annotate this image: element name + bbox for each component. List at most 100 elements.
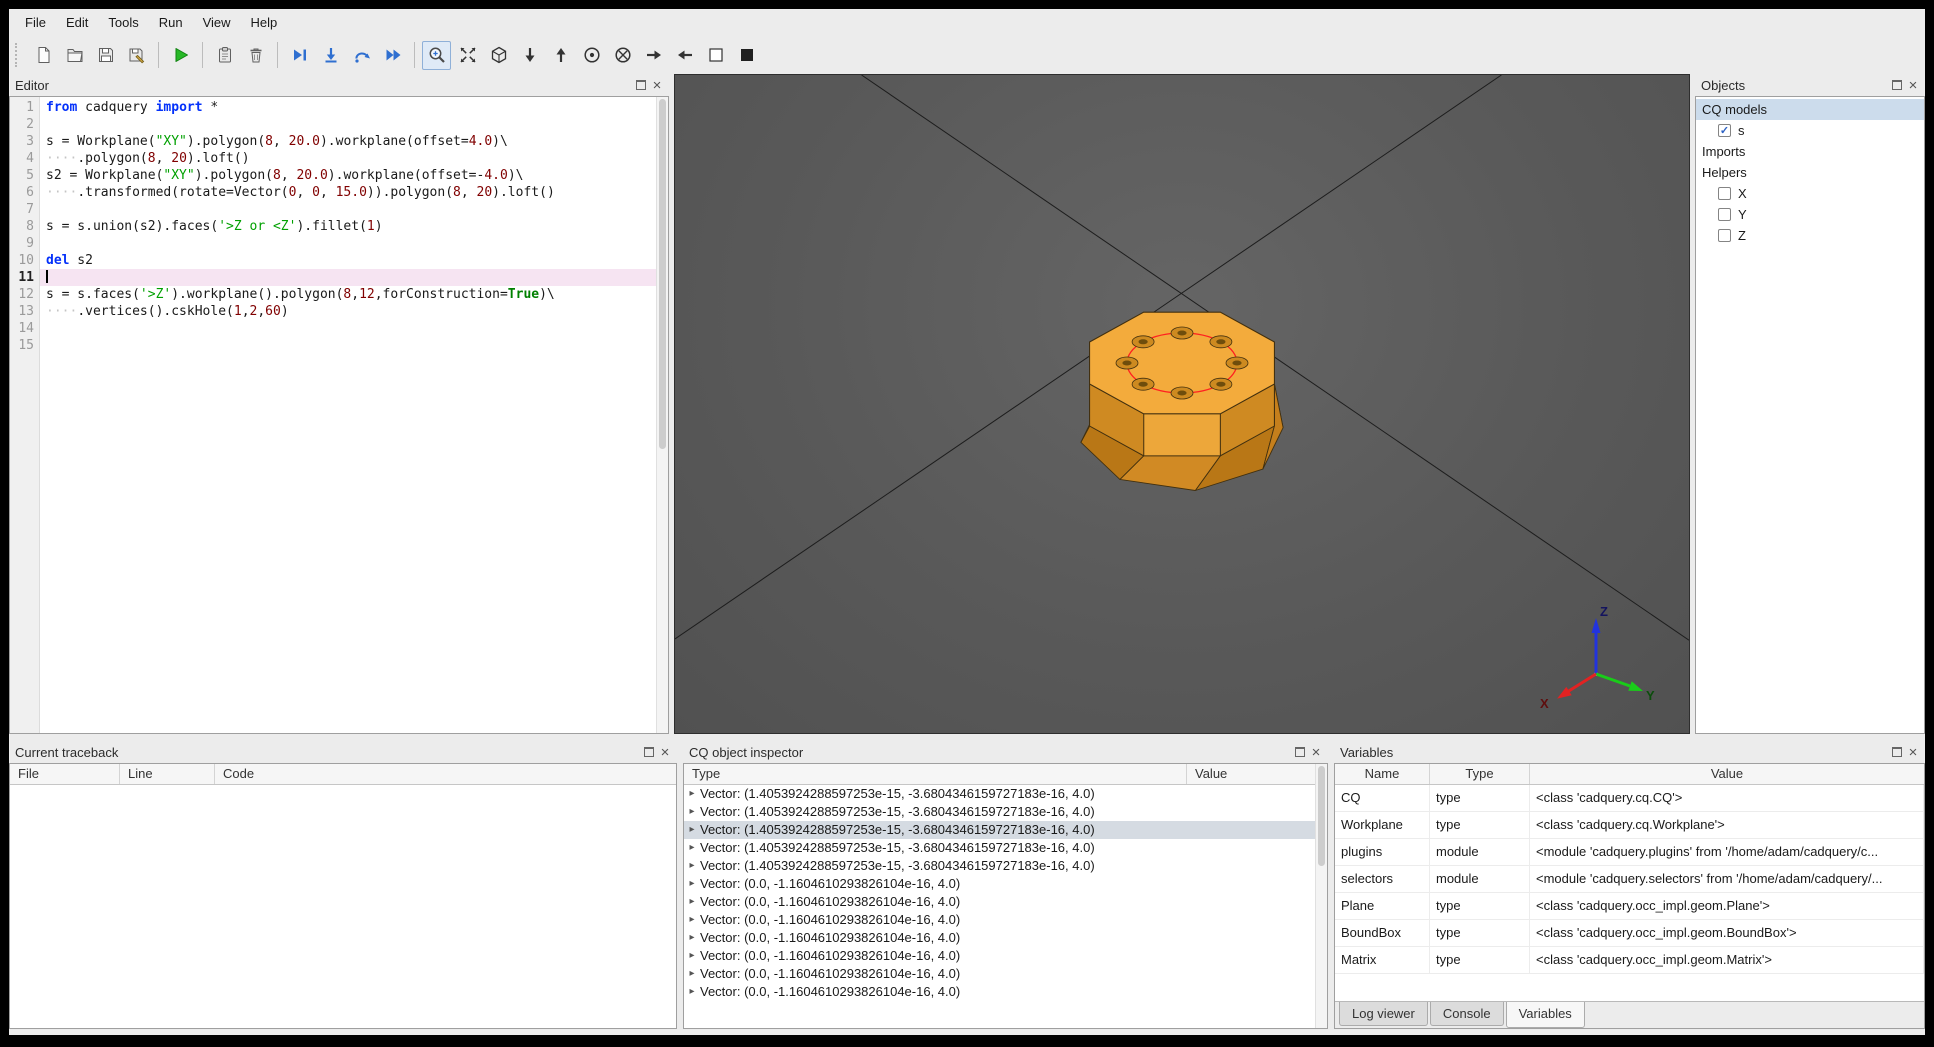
- inspector-row[interactable]: ▸ Vector: (0.0, -1.1604610293826104e-16, …: [684, 875, 1315, 893]
- checkbox-unchecked[interactable]: [1718, 229, 1731, 242]
- float-panel-button[interactable]: [1889, 77, 1905, 93]
- 3d-viewport[interactable]: Z Y X: [674, 74, 1690, 734]
- tab-console[interactable]: Console: [1429, 1002, 1504, 1026]
- expand-arrow-icon[interactable]: ▸: [684, 785, 700, 803]
- run-button[interactable]: [166, 41, 195, 70]
- inspector-row[interactable]: ▸ Vector: (1.4053924288597253e-15, -3.680…: [684, 857, 1315, 875]
- delete-button[interactable]: [241, 41, 270, 70]
- inspector-row[interactable]: ▸ Vector: (0.0, -1.1604610293826104e-16, …: [684, 911, 1315, 929]
- variable-row[interactable]: BoundBox type <class 'cadquery.occ_impl.ge…: [1335, 920, 1924, 947]
- tree-z[interactable]: Z: [1696, 225, 1924, 246]
- float-panel-button[interactable]: [1292, 744, 1308, 760]
- tree-cq-models[interactable]: CQ models: [1696, 99, 1924, 120]
- inspector-scrollbar[interactable]: [1315, 764, 1327, 1028]
- view-bottom-button[interactable]: [515, 41, 544, 70]
- inspector-row[interactable]: ▸ Vector: (1.4053924288597253e-15, -3.680…: [684, 839, 1315, 857]
- inspector-row[interactable]: ▸ Vector: (1.4053924288597253e-15, -3.680…: [684, 785, 1315, 803]
- menu-view[interactable]: View: [193, 9, 241, 36]
- column-header-type[interactable]: Type: [684, 764, 1187, 784]
- paste-button[interactable]: [210, 41, 239, 70]
- float-panel-button[interactable]: [633, 77, 649, 93]
- iso-view-button[interactable]: [484, 41, 513, 70]
- inspector-row[interactable]: ▸ Vector: (0.0, -1.1604610293826104e-16, …: [684, 929, 1315, 947]
- column-header-value[interactable]: Value: [1530, 764, 1924, 784]
- tree-helpers[interactable]: Helpers: [1696, 162, 1924, 183]
- column-header-type[interactable]: Type: [1430, 764, 1530, 784]
- checkbox-checked[interactable]: ✓: [1718, 124, 1731, 137]
- column-header-code[interactable]: Code: [215, 764, 676, 784]
- float-panel-button[interactable]: [1889, 744, 1905, 760]
- variable-row[interactable]: plugins module <module 'cadquery.plugins' …: [1335, 839, 1924, 866]
- close-panel-button[interactable]: ×: [1905, 77, 1921, 93]
- menu-file[interactable]: File: [15, 9, 56, 36]
- checkbox-unchecked[interactable]: [1718, 187, 1731, 200]
- column-header-value[interactable]: Value: [1187, 764, 1327, 784]
- view-left-button[interactable]: [670, 41, 699, 70]
- expand-arrow-icon[interactable]: ▸: [684, 965, 700, 983]
- editor-scrollbar[interactable]: [656, 97, 668, 733]
- expand-arrow-icon[interactable]: ▸: [684, 947, 700, 965]
- view-top-button[interactable]: [546, 41, 575, 70]
- expand-arrow-icon[interactable]: ▸: [684, 893, 700, 911]
- inspector-row[interactable]: ▸ Vector: (1.4053924288597253e-15, -3.680…: [684, 821, 1315, 839]
- column-header-file[interactable]: File: [10, 764, 120, 784]
- new-file-button[interactable]: [29, 41, 58, 70]
- variable-row[interactable]: Workplane type <class 'cadquery.cq.Workpla…: [1335, 812, 1924, 839]
- column-header-name[interactable]: Name: [1335, 764, 1430, 784]
- tree-imports[interactable]: Imports: [1696, 141, 1924, 162]
- inspector-row[interactable]: ▸ Vector: (1.4053924288597253e-15, -3.680…: [684, 803, 1315, 821]
- variable-row[interactable]: CQ type <class 'cadquery.cq.CQ'>: [1335, 785, 1924, 812]
- expand-arrow-icon[interactable]: ▸: [684, 857, 700, 875]
- view-front-button[interactable]: [577, 41, 606, 70]
- close-panel-button[interactable]: ×: [657, 744, 673, 760]
- close-panel-button[interactable]: ×: [1308, 744, 1324, 760]
- expand-arrow-icon[interactable]: ▸: [684, 875, 700, 893]
- menu-help[interactable]: Help: [241, 9, 288, 36]
- save-as-button[interactable]: [122, 41, 151, 70]
- splitter-horizontal[interactable]: [9, 734, 1925, 741]
- open-file-button[interactable]: [60, 41, 89, 70]
- view-right-button[interactable]: [639, 41, 668, 70]
- fit-view-button[interactable]: [453, 41, 482, 70]
- variable-row[interactable]: Matrix type <class 'cadquery.occ_impl.geom…: [1335, 947, 1924, 974]
- tree-x[interactable]: X: [1696, 183, 1924, 204]
- save-button[interactable]: [91, 41, 120, 70]
- expand-arrow-icon[interactable]: ▸: [684, 839, 700, 857]
- expand-arrow-icon[interactable]: ▸: [684, 929, 700, 947]
- variable-row[interactable]: selectors module <module 'cadquery.selecto…: [1335, 866, 1924, 893]
- debug-step-over-button[interactable]: [347, 41, 376, 70]
- debug-continue-button[interactable]: [378, 41, 407, 70]
- expand-arrow-icon[interactable]: ▸: [684, 983, 700, 1001]
- tree-s[interactable]: ✓ s: [1696, 120, 1924, 141]
- editor-content[interactable]: 1 2 3 4 5 6 7 8 9 10 11 12 13 14 15 from cadquery impo…: [9, 96, 669, 734]
- debug-step-button[interactable]: [285, 41, 314, 70]
- float-panel-button[interactable]: [641, 744, 657, 760]
- close-panel-button[interactable]: ×: [649, 77, 665, 93]
- inspector-row[interactable]: ▸ Vector: (0.0, -1.1604610293826104e-16, …: [684, 965, 1315, 983]
- inspector-scrollbar-thumb[interactable]: [1318, 766, 1325, 867]
- menu-tools[interactable]: Tools: [98, 9, 148, 36]
- inspector-row[interactable]: ▸ Vector: (0.0, -1.1604610293826104e-16, …: [684, 893, 1315, 911]
- variable-row[interactable]: Plane type <class 'cadquery.occ_impl.geom.…: [1335, 893, 1924, 920]
- inspector-row[interactable]: ▸ Vector: (0.0, -1.1604610293826104e-16, …: [684, 983, 1315, 1001]
- expand-arrow-icon[interactable]: ▸: [684, 821, 700, 839]
- tab-variables[interactable]: Variables: [1505, 1002, 1585, 1028]
- shaded-button[interactable]: [732, 41, 761, 70]
- view-back-button[interactable]: [608, 41, 637, 70]
- toolbar-handle[interactable]: [15, 43, 21, 67]
- column-header-line[interactable]: Line: [120, 764, 215, 784]
- inspector-row[interactable]: ▸ Vector: (0.0, -1.1604610293826104e-16, …: [684, 947, 1315, 965]
- wireframe-button[interactable]: [701, 41, 730, 70]
- editor-scrollbar-thumb[interactable]: [659, 99, 666, 449]
- tab-log-viewer[interactable]: Log viewer: [1339, 1002, 1428, 1026]
- close-panel-button[interactable]: ×: [1905, 744, 1921, 760]
- checkbox-unchecked[interactable]: [1718, 208, 1731, 221]
- preview-button[interactable]: [422, 40, 451, 70]
- tree-y[interactable]: Y: [1696, 204, 1924, 225]
- menu-run[interactable]: Run: [149, 9, 193, 36]
- debug-step-into-button[interactable]: [316, 41, 345, 70]
- expand-arrow-icon[interactable]: ▸: [684, 803, 700, 821]
- menu-edit[interactable]: Edit: [56, 9, 98, 36]
- code-area[interactable]: from cadquery import * s = Workplane("XY"…: [40, 97, 656, 733]
- expand-arrow-icon[interactable]: ▸: [684, 911, 700, 929]
